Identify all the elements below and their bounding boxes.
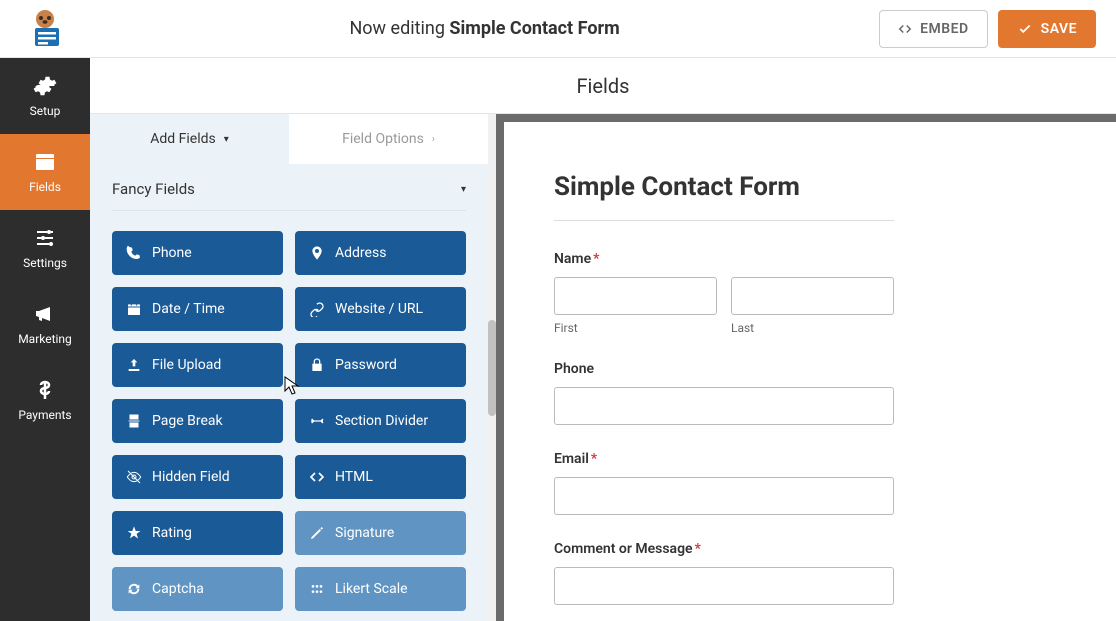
panel-scrollbar[interactable] (488, 114, 496, 621)
main-header: Fields (90, 58, 1116, 114)
panel-tabs: Add Fields ▾ Field Options › (90, 114, 488, 164)
field-password[interactable]: Password (295, 343, 466, 387)
field-likert[interactable]: Likert Scale (295, 567, 466, 611)
check-icon (1017, 22, 1033, 36)
nav-label: Settings (23, 256, 67, 270)
preview-inner: Simple Contact Form Name* First Last Pho… (504, 122, 1116, 621)
field-html[interactable]: HTML (295, 455, 466, 499)
fields-panel: Add Fields ▾ Field Options › Fancy Field… (90, 114, 488, 621)
field-signature[interactable]: Signature (295, 511, 466, 555)
nav-label: Fields (29, 180, 61, 194)
scrollbar-thumb[interactable] (488, 320, 496, 416)
chevron-down-icon: ▾ (224, 134, 229, 145)
pin-icon (309, 245, 325, 261)
nav-payments[interactable]: Payments (0, 362, 90, 438)
field-file-upload[interactable]: File Upload (112, 343, 283, 387)
editing-prefix: Now editing (349, 18, 444, 39)
field-captcha[interactable]: Captcha (112, 567, 283, 611)
page-break-icon (126, 413, 142, 429)
calendar-icon (126, 301, 142, 317)
nav-fields[interactable]: Fields (0, 134, 90, 210)
field-grid: Phone Address Date / Time Website / URL … (90, 211, 488, 621)
field-address[interactable]: Address (295, 231, 466, 275)
last-sublabel: Last (731, 321, 894, 335)
field-page-break[interactable]: Page Break (112, 399, 283, 443)
top-bar: Now editing Simple Contact Form EMBED SA… (0, 0, 1116, 58)
gear-icon (33, 74, 57, 98)
phone-icon (126, 245, 142, 261)
field-rating[interactable]: Rating (112, 511, 283, 555)
refresh-icon (126, 581, 142, 597)
nav-setup[interactable]: Setup (0, 58, 90, 134)
field-hidden[interactable]: Hidden Field (112, 455, 283, 499)
section-fancy-fields[interactable]: Fancy Fields ▾ (90, 164, 488, 210)
field-phone-preview[interactable]: Phone (554, 361, 1066, 425)
nav-label: Marketing (18, 332, 72, 346)
email-label: Email* (554, 451, 1066, 467)
embed-button[interactable]: EMBED (879, 10, 988, 48)
chevron-down-icon: ▾ (461, 184, 466, 195)
lock-icon (309, 357, 325, 373)
pencil-icon (309, 525, 325, 541)
tab-add-fields[interactable]: Add Fields ▾ (90, 114, 289, 164)
wpforms-logo-icon (24, 8, 66, 50)
bullhorn-icon (33, 302, 57, 326)
upload-icon (126, 357, 142, 373)
field-phone[interactable]: Phone (112, 231, 283, 275)
nav-marketing[interactable]: Marketing (0, 286, 90, 362)
code-icon (898, 22, 912, 36)
phone-input[interactable] (554, 387, 894, 425)
tab-field-options[interactable]: Field Options › (289, 114, 488, 164)
nav-settings[interactable]: Settings (0, 210, 90, 286)
form-preview: Simple Contact Form Name* First Last Pho… (496, 114, 1116, 621)
logo (0, 8, 90, 50)
link-icon (309, 301, 325, 317)
field-comment-preview[interactable]: Comment or Message* (554, 541, 1066, 605)
form-name: Simple Contact Form (449, 18, 619, 39)
field-name[interactable]: Name* First Last (554, 251, 1066, 335)
sliders-icon (33, 226, 57, 250)
divider (554, 220, 894, 221)
grid-icon (309, 581, 325, 597)
form-title: Simple Contact Form (554, 172, 1066, 202)
phone-label: Phone (554, 361, 1066, 377)
chevron-right-icon: › (432, 134, 435, 145)
dollar-icon (33, 378, 57, 402)
last-name-input[interactable] (731, 277, 894, 315)
eye-slash-icon (126, 469, 142, 485)
first-name-input[interactable] (554, 277, 717, 315)
comment-label: Comment or Message* (554, 541, 1066, 557)
code-icon (309, 469, 325, 485)
first-sublabel: First (554, 321, 717, 335)
field-date-time[interactable]: Date / Time (112, 287, 283, 331)
name-label: Name* (554, 251, 1066, 267)
comment-input[interactable] (554, 567, 894, 605)
field-email-preview[interactable]: Email* (554, 451, 1066, 515)
field-section-divider[interactable]: Section Divider (295, 399, 466, 443)
left-nav: Setup Fields Settings Marketing Payments (0, 58, 90, 621)
email-input[interactable] (554, 477, 894, 515)
editing-title: Now editing Simple Contact Form (90, 18, 879, 39)
star-icon (126, 525, 142, 541)
field-website[interactable]: Website / URL (295, 287, 466, 331)
top-actions: EMBED SAVE (879, 10, 1116, 48)
divider-icon (309, 413, 325, 429)
form-icon (33, 150, 57, 174)
nav-label: Setup (30, 104, 61, 118)
save-button[interactable]: SAVE (998, 10, 1096, 48)
nav-label: Payments (18, 408, 71, 422)
